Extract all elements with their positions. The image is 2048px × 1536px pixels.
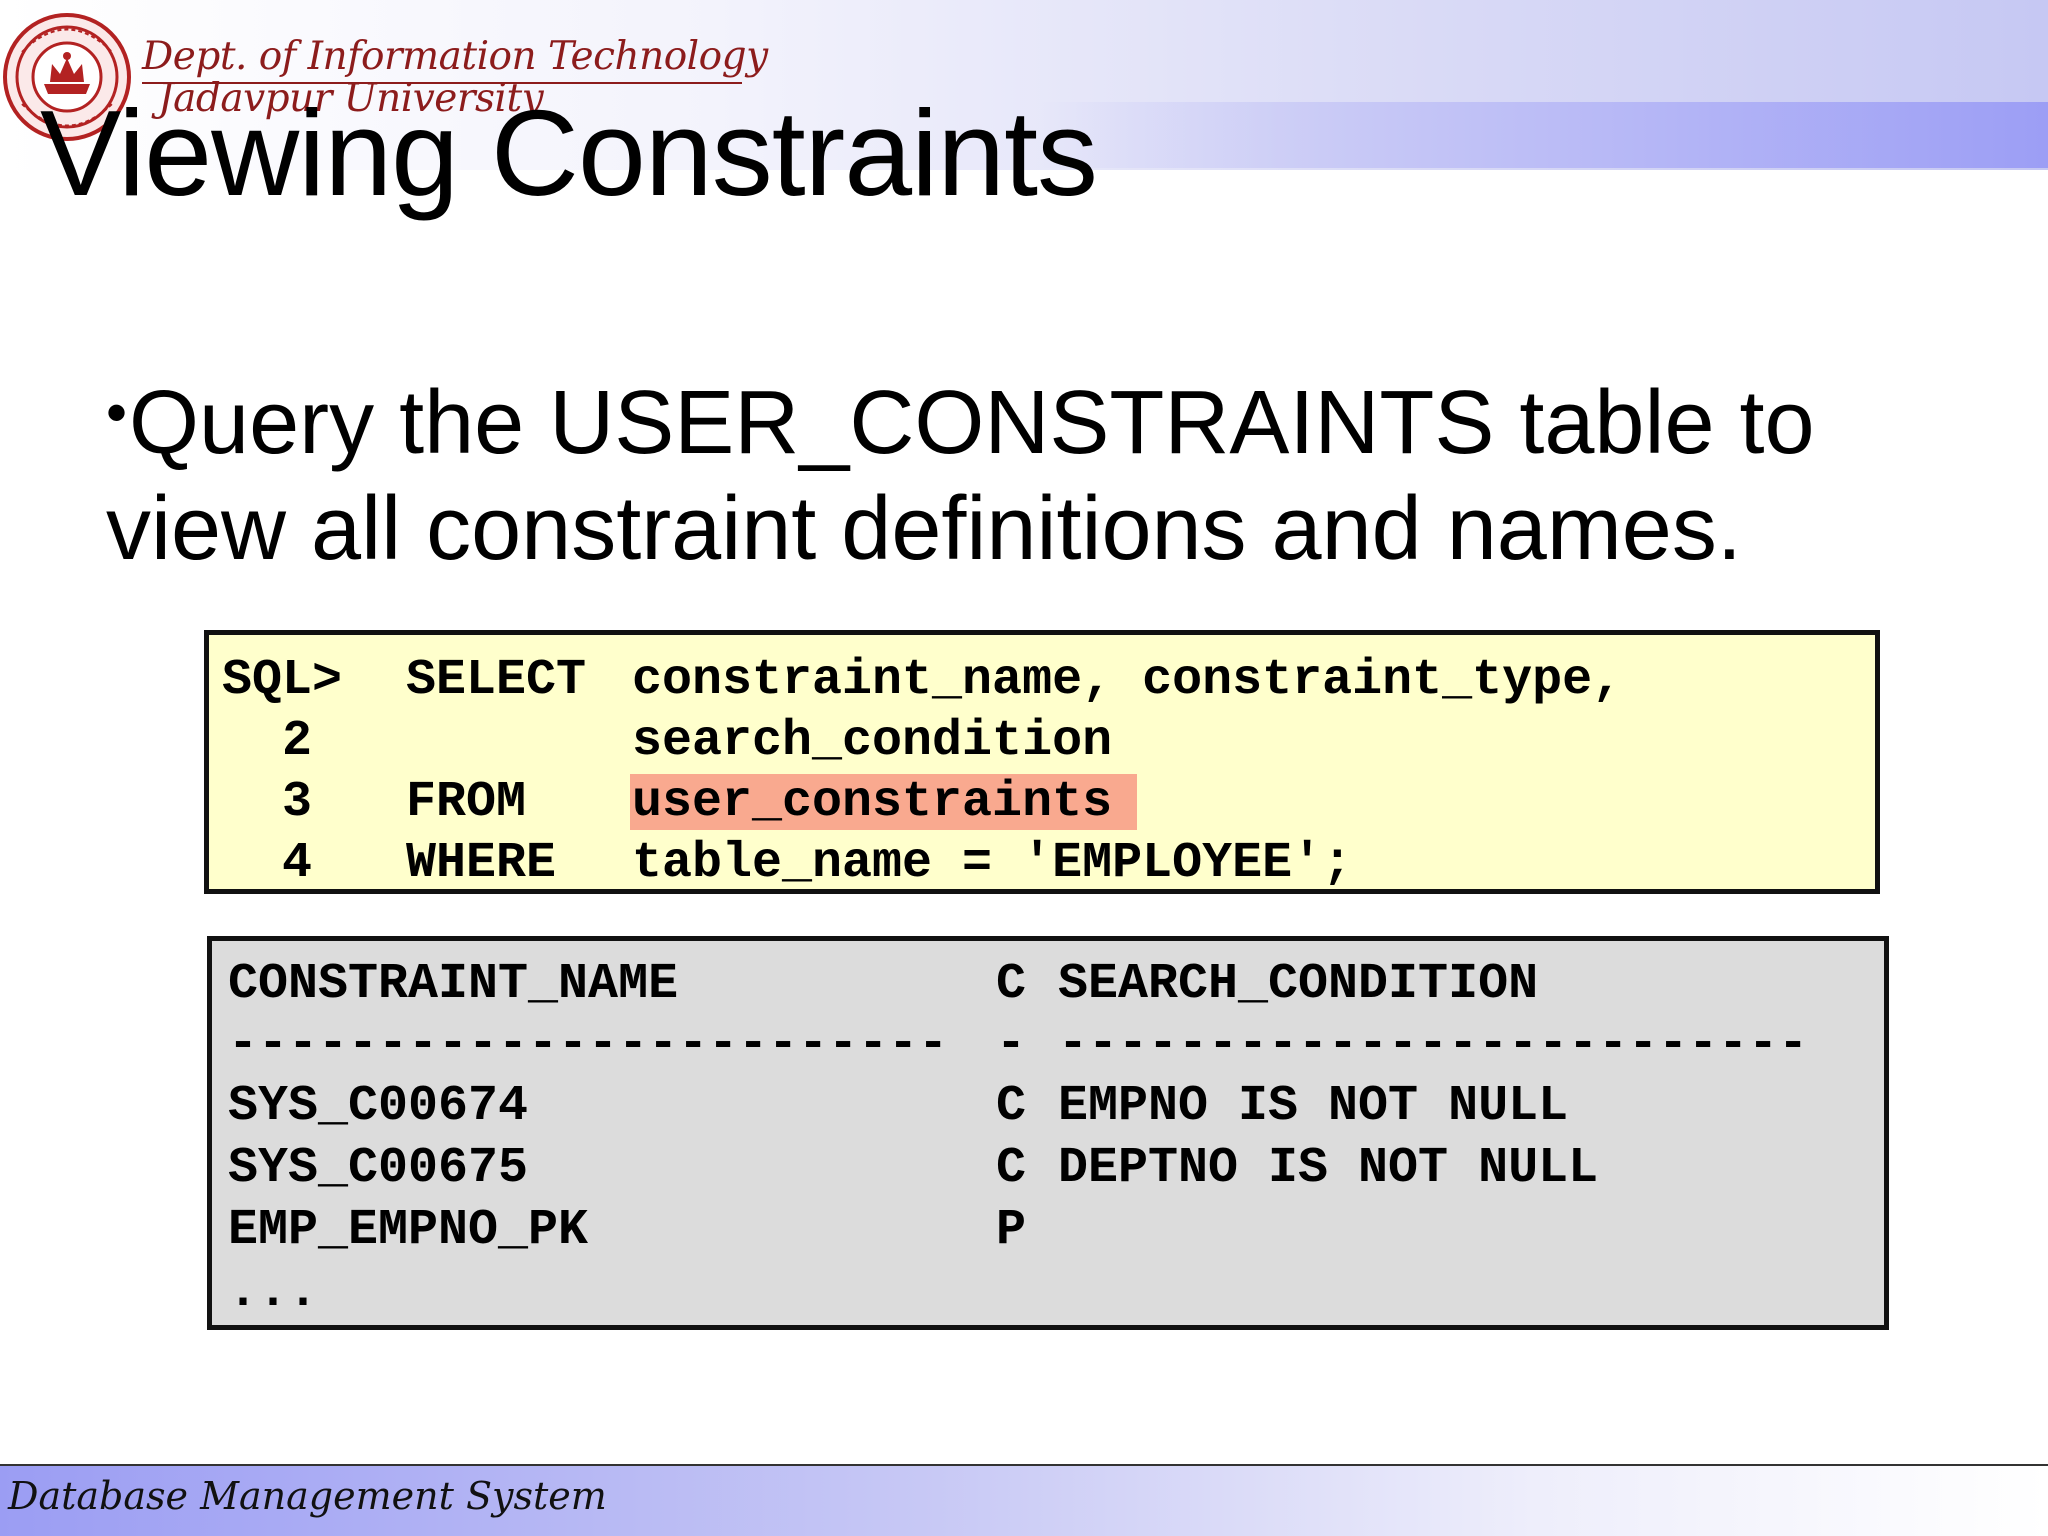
output-cell: EMP_EMPNO_PK	[228, 1202, 589, 1259]
sql-line-keyword: SELECT	[406, 652, 587, 709]
output-cell: P	[996, 1202, 1027, 1259]
sql-line-keyword: FROM	[406, 774, 527, 831]
output-cell: C	[996, 1140, 1027, 1197]
output-cell: SYS_C00674	[228, 1078, 529, 1135]
output-divider: -	[996, 1016, 1027, 1073]
sql-line-keyword: WHERE	[406, 835, 557, 892]
slide-title: Viewing Constraints	[40, 85, 1098, 221]
output-divider: -------------------------	[1058, 1016, 1809, 1073]
sql-line-num: SQL>	[222, 652, 343, 709]
footer-course-name: Database Management System	[8, 1474, 607, 1518]
output-cell: DEPTNO IS NOT NULL	[1058, 1140, 1599, 1197]
bullet-icon: •	[106, 379, 128, 446]
sql-line-num: 2	[282, 713, 313, 770]
sql-line-text: search_condition	[632, 713, 1113, 770]
output-header: SEARCH_CONDITION	[1058, 956, 1539, 1013]
header-stripe	[1040, 102, 2048, 168]
sql-line-num: 4	[282, 835, 313, 892]
sql-line-text: table_name = 'EMPLOYEE';	[632, 835, 1353, 892]
output-divider: ------------------------	[228, 1016, 949, 1073]
output-cell: C	[996, 1078, 1027, 1135]
sql-line-text: constraint_name, constraint_type,	[632, 652, 1623, 709]
bullet-text: Query the USER_CONSTRAINTS table to view…	[106, 373, 1815, 579]
output-header: CONSTRAINT_NAME	[228, 956, 679, 1013]
output-ellipsis: ...	[228, 1264, 319, 1321]
sql-line-text: user_constraints	[632, 774, 1113, 831]
sql-line-num: 3	[282, 774, 313, 831]
output-header: C	[996, 956, 1027, 1013]
output-cell: EMPNO IS NOT NULL	[1058, 1078, 1569, 1135]
department-name: Dept. of Information Technology	[142, 34, 768, 79]
output-cell: SYS_C00675	[228, 1140, 529, 1197]
bullet-point: •Query the USER_CONSTRAINTS table to vie…	[106, 360, 1906, 582]
